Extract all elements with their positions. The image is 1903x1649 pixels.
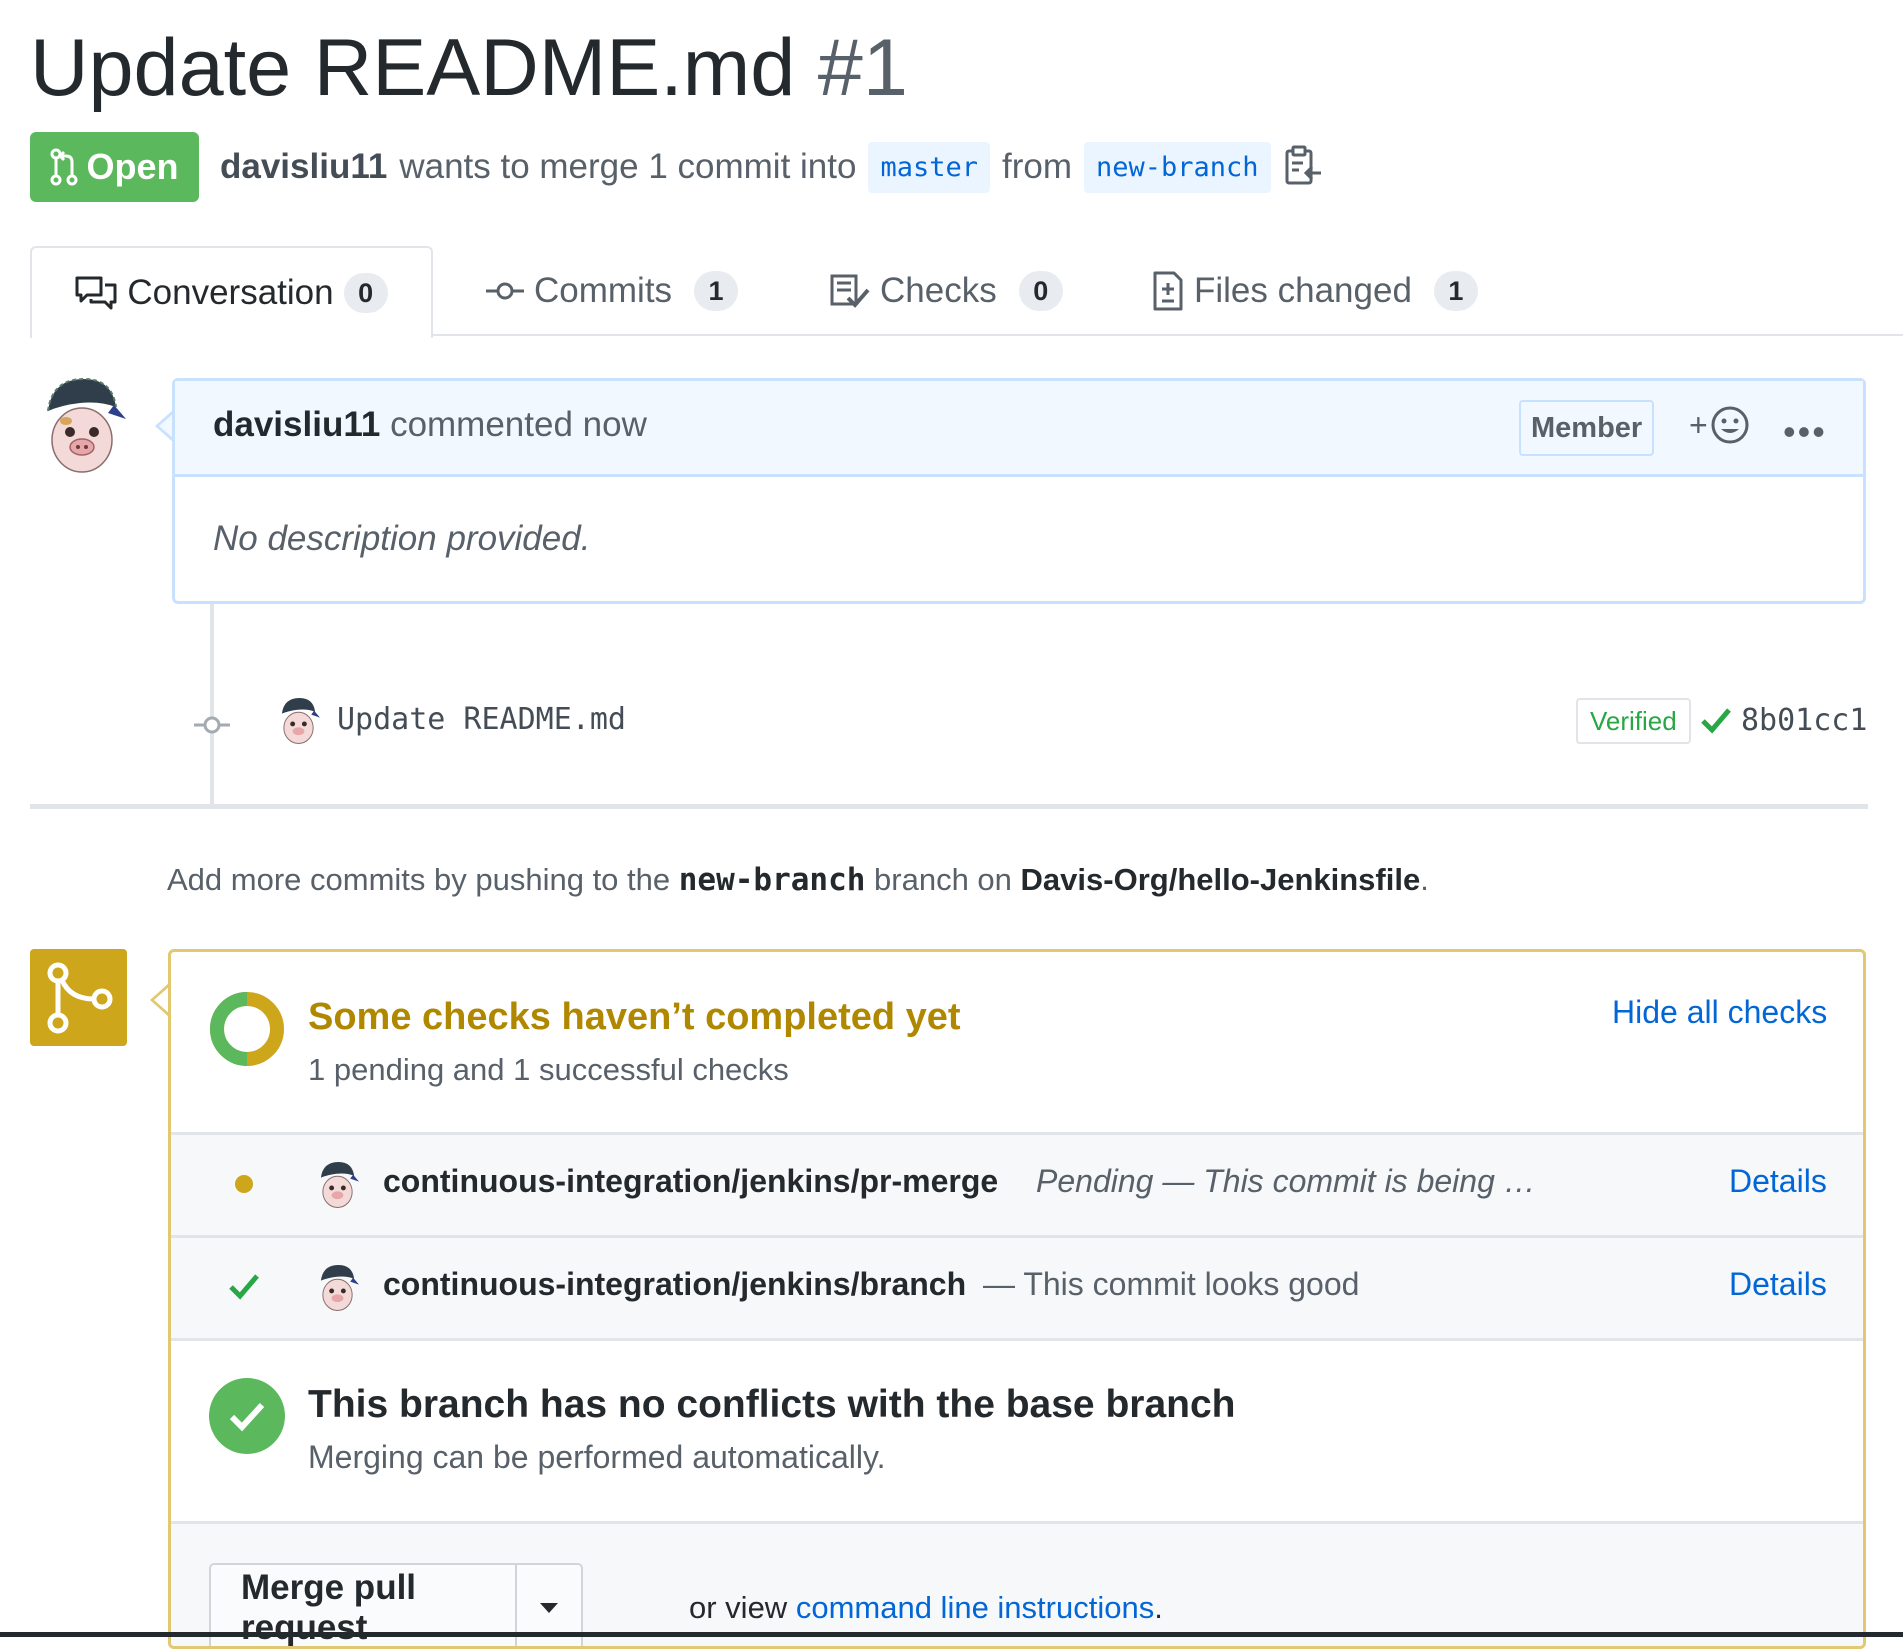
timeline-line xyxy=(210,604,214,806)
command-line-note: or view command line instructions. xyxy=(689,1590,1163,1626)
tab-files-changed[interactable]: Files changed 1 xyxy=(1152,246,1478,336)
comment-author-line: davisliu11 commented now xyxy=(213,405,647,445)
reaction-plus: + xyxy=(1689,406,1708,443)
comment-body: No description provided. xyxy=(213,519,591,558)
tab-checks-label: Checks xyxy=(880,271,997,310)
tab-conversation[interactable]: Conversation 0 xyxy=(30,246,433,338)
git-commit-icon xyxy=(194,716,230,734)
member-badge: Member xyxy=(1519,400,1655,456)
tab-checks[interactable]: Checks 0 xyxy=(830,246,1063,336)
check-description: Pending — This commit is being … xyxy=(1036,1163,1536,1199)
tab-commits-count: 1 xyxy=(694,271,739,311)
push-note-branch: new-branch xyxy=(678,862,866,898)
pr-title-text: Update README.md xyxy=(30,23,796,113)
pr-author-link[interactable]: davisliu11 xyxy=(220,147,387,187)
merge-box: Some checks haven’t completed yet 1 pend… xyxy=(168,949,1866,1649)
push-note-repo: Davis-Org/hello-Jenkinsfile xyxy=(1020,862,1421,897)
checks-title: Some checks haven’t completed yet xyxy=(308,996,961,1038)
tab-checks-count: 0 xyxy=(1018,271,1063,311)
timeline-separator xyxy=(30,804,1868,809)
comment-author-link[interactable]: davisliu11 xyxy=(213,405,380,444)
tab-commits-label: Commits xyxy=(534,271,673,310)
check-details-link[interactable]: Details xyxy=(1729,1266,1827,1303)
comment-action: commented now xyxy=(390,405,647,444)
base-branch-ref[interactable]: master xyxy=(868,141,990,193)
push-note-prefix: Add more commits by pushing to the xyxy=(167,862,671,897)
commit-message-link[interactable]: Update README.md xyxy=(337,702,626,737)
command-line-instructions-link[interactable]: command line instructions xyxy=(796,1590,1154,1625)
triangle-down-icon xyxy=(539,1603,558,1613)
checks-subtitle: 1 pending and 1 successful checks xyxy=(308,1052,789,1087)
check-row-pr-merge: continuous-integration/jenkins/pr-merge … xyxy=(171,1132,1863,1235)
check-details-link[interactable]: Details xyxy=(1729,1163,1827,1200)
pending-dot-icon xyxy=(235,1175,253,1193)
comment-more-button[interactable]: ••• xyxy=(1783,411,1827,453)
add-reaction-button[interactable]: + xyxy=(1689,405,1750,445)
smiley-icon xyxy=(1711,406,1749,444)
or-view-text: or view xyxy=(689,1590,788,1625)
git-merge-icon xyxy=(47,962,113,1034)
commit-sha-link[interactable]: 8b01cc1 xyxy=(1741,703,1867,738)
check-description: — This commit looks good xyxy=(983,1266,1360,1302)
mergeability-subtitle: Merging can be performed automatically. xyxy=(308,1439,886,1475)
push-note-middle: branch on xyxy=(874,862,1012,897)
clipboard-copy-icon[interactable] xyxy=(1283,145,1323,189)
comment-header: davisliu11 commented now Member + ••• xyxy=(175,381,1863,477)
merge-action-section: Merge pull request or view command line … xyxy=(171,1521,1863,1646)
check-row-branch: continuous-integration/jenkins/branch — … xyxy=(171,1235,1863,1338)
check-name: continuous-integration/jenkins/pr-merge xyxy=(383,1163,999,1199)
from-text: from xyxy=(1002,147,1072,186)
push-note: Add more commits by pushing to the new-b… xyxy=(167,862,1429,898)
verified-badge[interactable]: Verified xyxy=(1576,698,1691,744)
merge-text: wants to merge 1 commit into xyxy=(399,147,857,186)
check-icon xyxy=(229,1274,259,1300)
tab-commits[interactable]: Commits 1 xyxy=(486,246,739,336)
author-avatar[interactable] xyxy=(40,375,126,477)
push-note-suffix: . xyxy=(1420,862,1429,897)
check-avatar xyxy=(320,1162,359,1208)
checks-status-ring-icon xyxy=(210,992,284,1066)
git-commit-icon xyxy=(486,282,524,300)
comment-box: davisliu11 commented now Member + ••• No… xyxy=(172,378,1866,604)
pr-state-label: Open xyxy=(86,146,179,187)
git-pull-request-icon xyxy=(50,148,78,186)
check-avatar xyxy=(320,1265,359,1311)
tab-files-changed-count: 1 xyxy=(1433,271,1478,311)
mergeability-section: This branch has no conflicts with the ba… xyxy=(171,1338,1863,1521)
success-circle-check-icon xyxy=(209,1378,285,1454)
check-icon[interactable] xyxy=(1700,706,1732,734)
bottom-edge-bar xyxy=(0,1632,1903,1637)
tab-files-changed-label: Files changed xyxy=(1194,271,1412,310)
tab-conversation-count: 0 xyxy=(343,273,388,313)
comment-discussion-icon xyxy=(75,276,117,310)
checklist-icon xyxy=(830,274,870,308)
hide-all-checks-link[interactable]: Hide all checks xyxy=(1612,994,1827,1031)
check-name: continuous-integration/jenkins/branch xyxy=(383,1266,967,1302)
pr-number: #1 xyxy=(817,23,908,113)
or-view-period: . xyxy=(1154,1590,1163,1625)
merge-status-tile xyxy=(30,949,127,1046)
file-diff-icon xyxy=(1153,271,1183,311)
pr-title: Update README.md #1 xyxy=(30,18,908,118)
mergeability-title: This branch has no conflicts with the ba… xyxy=(308,1383,1236,1426)
commit-author-avatar[interactable] xyxy=(278,694,320,748)
tab-conversation-label: Conversation xyxy=(127,273,334,312)
pr-state-badge: Open xyxy=(30,132,199,202)
head-branch-ref[interactable]: new-branch xyxy=(1084,141,1271,193)
pr-meta: davisliu11 wants to merge 1 commit into … xyxy=(220,137,1323,197)
